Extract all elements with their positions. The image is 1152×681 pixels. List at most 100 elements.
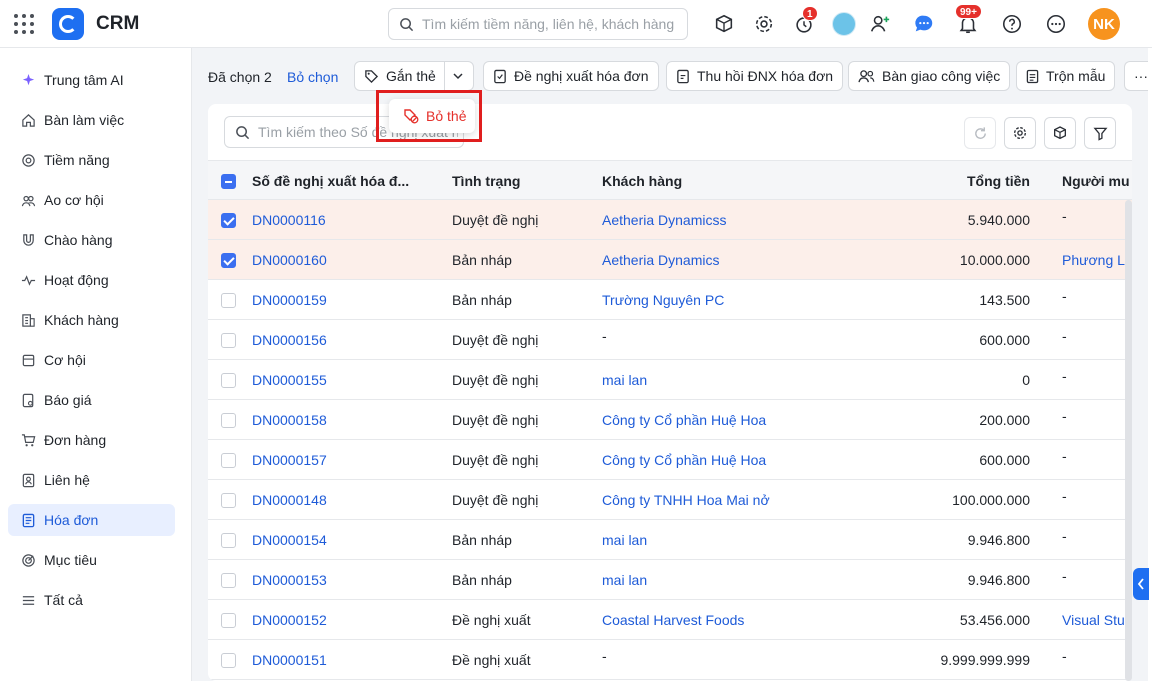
customer-link[interactable]: Trường Nguyên PC [602, 280, 862, 320]
buyer-cell[interactable]: Phương Li [1062, 240, 1132, 280]
filter-button[interactable] [1084, 117, 1116, 149]
sidebar-item[interactable]: Khách hàng [8, 304, 175, 336]
revoke-invoice-button[interactable]: Thu hồi ĐNX hóa đơn [666, 61, 844, 91]
sidebar-item[interactable]: Chào hàng [8, 224, 175, 256]
help-icon[interactable] [1000, 12, 1024, 36]
table-row[interactable]: DN0000158 Duyệt đề nghị Công ty Cổ phần Hu… [208, 400, 1132, 440]
customer-link[interactable]: Aetheria Dynamics [602, 240, 862, 280]
table-row[interactable]: DN0000151 Đề nghị xuất - 9.999.999.999 - [208, 640, 1132, 680]
row-checkbox[interactable] [221, 453, 236, 468]
table-row[interactable]: DN0000159 Bản nháp Trường Nguyên PC 143.500… [208, 280, 1132, 320]
customer-link[interactable]: mai lan [602, 560, 862, 600]
row-checkbox[interactable] [221, 253, 236, 268]
sidebar-item[interactable]: Liên hệ [8, 464, 175, 496]
table-row[interactable]: DN0000154 Bản nháp mai lan 9.946.800 - [208, 520, 1132, 560]
sidebar-item[interactable]: Mục tiêu [8, 544, 175, 576]
more-actions-label: ··· [1134, 68, 1148, 84]
customer-link[interactable]: Công ty TNHH Hoa Mai nở [602, 480, 862, 520]
request-invoice-button[interactable]: Đề nghị xuất hóa đơn [483, 61, 659, 91]
cube-view-button[interactable] [1044, 117, 1076, 149]
col-buyer[interactable]: Người mu [1062, 161, 1132, 201]
sidebar-item[interactable]: Trung tâm AI [8, 64, 175, 96]
app-grid-icon[interactable] [14, 14, 34, 34]
customer-link[interactable]: mai lan [602, 520, 862, 560]
table-row[interactable]: DN0000160 Bản nháp Aetheria Dynamics 10.000… [208, 240, 1132, 280]
add-user-icon[interactable] [868, 12, 892, 36]
customer-link[interactable]: Coastal Harvest Foods [602, 600, 862, 640]
total-cell: 9.946.800 [888, 520, 1030, 560]
tag-button[interactable]: Gắn thẻ [355, 62, 443, 90]
settings-gear-icon[interactable] [752, 12, 776, 36]
global-search-input[interactable] [422, 16, 682, 32]
row-checkbox[interactable] [221, 293, 236, 308]
invoice-number-link[interactable]: DN0000155 [252, 360, 432, 400]
sidebar-item[interactable]: Cơ hội [8, 344, 175, 376]
table-row[interactable]: DN0000157 Duyệt đề nghị Công ty Cổ phần Hu… [208, 440, 1132, 480]
user-avatar[interactable]: NK [1088, 8, 1120, 40]
invoice-number-link[interactable]: DN0000116 [252, 200, 432, 240]
col-number[interactable]: Số đề nghị xuất hóa đ... [252, 161, 432, 201]
invoice-number-link[interactable]: DN0000153 [252, 560, 432, 600]
more-apps-icon[interactable] [1044, 12, 1068, 36]
customer-link[interactable]: Công ty Cổ phần Huệ Hoa [602, 440, 862, 480]
row-checkbox[interactable] [221, 493, 236, 508]
chat-icon[interactable] [912, 12, 936, 36]
row-checkbox[interactable] [221, 573, 236, 588]
sidebar-item[interactable]: Tất cả [8, 584, 175, 616]
customer-link-text: - [602, 648, 607, 664]
col-customer[interactable]: Khách hàng [602, 161, 862, 201]
customer-link[interactable]: Aetheria Dynamicss [602, 200, 862, 240]
table-row[interactable]: DN0000155 Duyệt đề nghị mai lan 0 - [208, 360, 1132, 400]
row-checkbox[interactable] [221, 413, 236, 428]
sidebar-item[interactable]: Đơn hàng [8, 424, 175, 456]
sidebar-item[interactable]: Tiềm năng [8, 144, 175, 176]
invoice-number-link[interactable]: DN0000151 [252, 640, 432, 680]
refresh-icon [974, 126, 986, 139]
table-row[interactable]: DN0000152 Đề nghị xuất Coastal Harvest Foo… [208, 600, 1132, 640]
row-checkbox[interactable] [221, 613, 236, 628]
sidebar-item[interactable]: Ao cơ hội [8, 184, 175, 216]
crm-logo-icon[interactable] [52, 8, 84, 40]
handover-button[interactable]: Bàn giao công việc [848, 61, 1011, 91]
invoice-number-link[interactable]: DN0000152 [252, 600, 432, 640]
tag-dropdown-toggle[interactable] [443, 62, 473, 90]
package-search-icon[interactable] [712, 12, 736, 36]
customer-link[interactable]: mai lan [602, 360, 862, 400]
sidebar-item[interactable]: Bàn làm việc [8, 104, 175, 136]
table-scrollbar[interactable] [1125, 200, 1132, 681]
unselect-link[interactable]: Bỏ chọn [287, 69, 338, 85]
invoice-number-link[interactable]: DN0000160 [252, 240, 432, 280]
refresh-button[interactable] [964, 117, 996, 149]
sidebar-item[interactable]: Hóa đơn [8, 504, 175, 536]
status-cell: Duyệt đề nghị [452, 360, 592, 400]
global-search[interactable] [388, 8, 688, 40]
col-status[interactable]: Tình trạng [452, 161, 592, 201]
table-row[interactable]: DN0000156 Duyệt đề nghị - 600.000 - [208, 320, 1132, 360]
row-checkbox[interactable] [221, 213, 236, 228]
table-row[interactable]: DN0000116 Duyệt đề nghị Aetheria Dynamicss… [208, 200, 1132, 240]
table-settings-button[interactable] [1004, 117, 1036, 149]
table-row[interactable]: DN0000153 Bản nháp mai lan 9.946.800 - [208, 560, 1132, 600]
sidebar-item[interactable]: Hoạt động [8, 264, 175, 296]
sidebar-item[interactable]: Báo giá [8, 384, 175, 416]
row-checkbox[interactable] [221, 653, 236, 668]
invoice-number-link[interactable]: DN0000154 [252, 520, 432, 560]
col-total[interactable]: Tổng tiền [888, 161, 1030, 201]
assistant-avatar[interactable] [832, 12, 856, 36]
table-row[interactable]: DN0000148 Duyệt đề nghị Công ty TNHH Hoa M… [208, 480, 1132, 520]
row-checkbox[interactable] [221, 373, 236, 388]
merge-template-button[interactable]: Trộn mẫu [1016, 61, 1116, 91]
invoice-number-link[interactable]: DN0000158 [252, 400, 432, 440]
invoice-number-link[interactable]: DN0000156 [252, 320, 432, 360]
customer-link[interactable]: Công ty Cổ phần Huệ Hoa [602, 400, 862, 440]
invoice-number-link[interactable]: DN0000159 [252, 280, 432, 320]
row-checkbox[interactable] [221, 533, 236, 548]
select-all-checkbox[interactable] [221, 174, 236, 189]
row-checkbox[interactable] [221, 333, 236, 348]
invoice-number-link[interactable]: DN0000148 [252, 480, 432, 520]
side-panel-toggle[interactable] [1133, 568, 1149, 600]
buyer-cell: - [1062, 320, 1132, 360]
invoice-number-link[interactable]: DN0000157 [252, 440, 432, 480]
total-cell-text: 53.456.000 [959, 612, 1030, 628]
buyer-cell[interactable]: Visual Stu [1062, 600, 1132, 640]
